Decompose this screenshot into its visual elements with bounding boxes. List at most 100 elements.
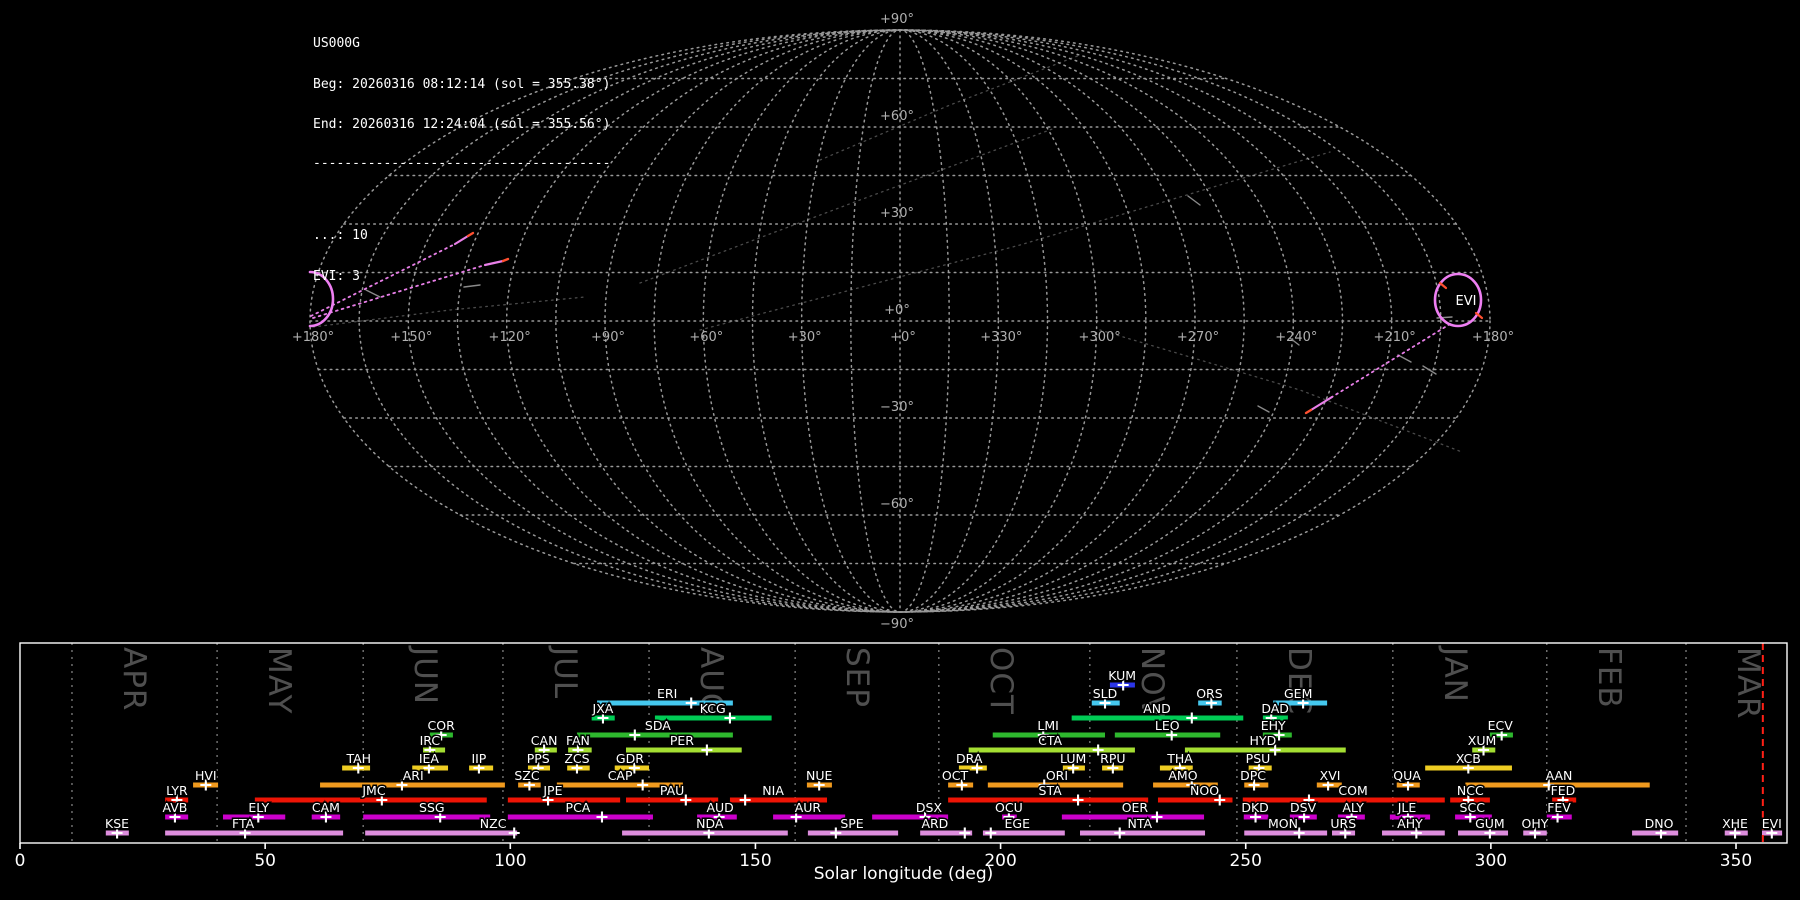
shower-label-lyr: LYR <box>166 783 188 798</box>
shower-label-urs: URS <box>1330 816 1356 831</box>
x-tick-label-250: 250 <box>1229 851 1261 871</box>
shower-label-com: COM <box>1338 783 1367 798</box>
shower-peak-pca <box>596 811 608 823</box>
shower-bar-ari <box>320 782 505 788</box>
shower-label-sld: SLD <box>1093 686 1118 701</box>
shower-label-avb: AVB <box>162 800 187 815</box>
shower-label-lmi: LMI <box>1037 718 1058 733</box>
shower-label-fev: FEV <box>1547 800 1571 815</box>
session-beg: Beg: 20260316 08:12:14 (sol = 355.38°) <box>313 76 611 92</box>
map-lon-label: +60° <box>689 330 723 345</box>
meteor-session-plot: +180° +150° +120° +90° +60° +30° +0° +330° +300°… <box>0 0 1800 900</box>
shower-label-irc: IRC <box>420 733 441 748</box>
x-tick-label-100: 100 <box>494 851 526 871</box>
shower-label-qua: QUA <box>1393 768 1421 783</box>
map-lon-label: +270° <box>1177 330 1219 345</box>
decor-dash <box>1397 354 1412 363</box>
session-end: End: 20260316 12:24:04 (sol = 355.56°) <box>313 117 611 132</box>
count-evi: EVI: 3 <box>313 268 360 284</box>
shower-bar-jpe <box>507 797 621 803</box>
shower-label-evi: EVI <box>1762 816 1782 831</box>
shower-bar-nta <box>1080 830 1206 836</box>
shower-label-ard: ARD <box>921 816 948 831</box>
decor-curve <box>819 54 1081 161</box>
map-lon-label: +120° <box>489 330 531 345</box>
map-lon-label: +150° <box>390 330 432 345</box>
map-lat-label: −30° <box>880 400 914 415</box>
shower-label-jpe: JPE <box>542 783 562 798</box>
shower-peak-cap <box>637 779 649 791</box>
month-label-jan: JAN <box>1437 645 1473 703</box>
shower-bar-kcg <box>654 715 772 721</box>
shower-label-per: PER <box>670 733 694 748</box>
decor-dash <box>1187 195 1201 206</box>
shower-label-ocu: OCU <box>995 800 1023 815</box>
shower-label-sda: SDA <box>645 718 671 733</box>
shower-label-leo: LEO <box>1155 718 1180 733</box>
decor-curve <box>639 127 1056 284</box>
screenshot-root: { "header": { "session_id": "US000G", "b… <box>0 0 1800 900</box>
decor-curve <box>1099 329 1463 453</box>
shower-bar-sta <box>948 797 1149 803</box>
shower-label-cta: CTA <box>1038 733 1062 748</box>
shower-label-ari: ARI <box>403 768 424 783</box>
shower-bar-nzc <box>365 830 518 836</box>
shower-label-ncc: NCC <box>1457 783 1484 798</box>
map-lat-label: −90° <box>880 617 914 632</box>
x-tick-label-0: 0 <box>15 851 26 871</box>
map-lat-label: +90° <box>880 12 914 27</box>
map-lon-label: +0° <box>890 330 916 345</box>
shower-label-noo: NOO <box>1190 783 1219 798</box>
shower-label-kcg: KCG <box>700 701 726 716</box>
x-tick-label-50: 50 <box>254 851 276 871</box>
shower-bar-mon <box>1244 830 1328 836</box>
shower-bar-spe <box>807 830 899 836</box>
map-lat-label: +30° <box>880 206 914 221</box>
map-lon-label: +210° <box>1374 330 1416 345</box>
shower-label-gem: GEM <box>1284 686 1312 701</box>
shower-label-szc: SZC <box>514 768 539 783</box>
shower-label-aud: AUD <box>706 800 733 815</box>
shower-label-spe: SPE <box>840 816 863 831</box>
plot-canvas: +180° +150° +120° +90° +60° +30° +0° +330° +300°… <box>15 12 1788 884</box>
x-tick-label-150: 150 <box>739 851 771 871</box>
shower-label-xvi: XVI <box>1320 768 1341 783</box>
map-lon-label: +180° <box>292 330 334 345</box>
shower-label-ori: ORI <box>1046 768 1068 783</box>
shower-label-nzc: NZC <box>480 816 507 831</box>
shower-label-dad: DAD <box>1261 701 1289 716</box>
shower-label-ors: ORS <box>1196 686 1223 701</box>
shower-label-amo: AMO <box>1168 768 1197 783</box>
shower-label-jle: JLE <box>1397 800 1417 815</box>
decor-dash <box>1257 405 1270 413</box>
shower-label-nia: NIA <box>762 783 784 798</box>
x-tick-label-350: 350 <box>1720 851 1752 871</box>
radiant-label-evi: EVI <box>1456 294 1477 309</box>
shower-label-dkd: DKD <box>1241 800 1268 815</box>
shower-bar-dno <box>1632 830 1679 836</box>
x-axis-label: Solar longitude (deg) <box>814 864 994 884</box>
month-label-oct: OCT <box>983 647 1019 715</box>
map-lat-label: −60° <box>880 497 914 512</box>
map-lon-label: +300° <box>1079 330 1121 345</box>
shower-label-dsx: DSX <box>916 800 943 815</box>
shower-label-nda: NDA <box>696 816 724 831</box>
shower-label-can: CAN <box>531 733 558 748</box>
shower-label-ahy: AHY <box>1397 816 1423 831</box>
month-label-apr: APR <box>116 647 152 711</box>
shower-label-pau: PAU <box>660 783 684 798</box>
session-header: US000G Beg: 20260316 08:12:14 (sol = 355… <box>313 10 610 310</box>
shower-label-cam: CAM <box>312 800 340 815</box>
shower-bar-gum <box>1458 830 1509 836</box>
decor-curve <box>699 151 1331 331</box>
activity-timeline: APR MAY JUN JUL AUG SEP OCT NOV DEC JAN FEB MARKUME… <box>15 642 1788 884</box>
shower-label-rpu: RPU <box>1100 751 1125 766</box>
shower-label-jmc: JMC <box>361 783 385 798</box>
shower-bar-pau <box>625 797 719 803</box>
month-label-jun: JUN <box>407 645 443 705</box>
shower-label-tah: TAH <box>345 751 371 766</box>
shower-label-ege: EGE <box>1005 816 1031 831</box>
shower-label-xhe: XHE <box>1722 816 1748 831</box>
shower-label-pca: PCA <box>566 800 591 815</box>
shower-label-xcb: XCB <box>1456 751 1481 766</box>
